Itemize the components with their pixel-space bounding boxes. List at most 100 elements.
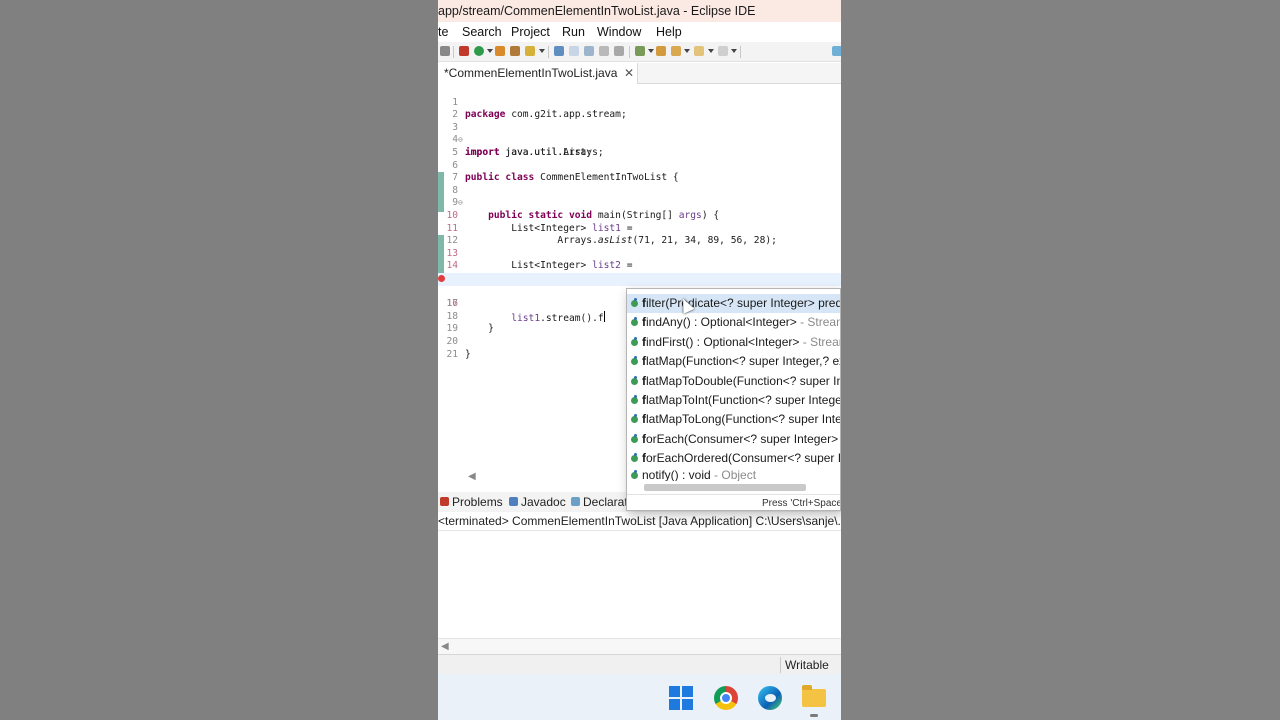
eclipse-window: app/stream/CommenElementInTwoList.java -… <box>438 0 841 720</box>
block-selection-icon[interactable] <box>584 46 594 56</box>
console-hscroll[interactable]: ◀ <box>438 638 841 654</box>
popup-hscrollbar[interactable] <box>644 484 806 491</box>
code-line: 2 <box>452 109 458 121</box>
public-method-icon <box>631 469 638 479</box>
assist-item-flatmaptodouble[interactable]: flatMapToDouble(Function<? super In <box>627 372 840 391</box>
menu-item-help[interactable]: Help <box>656 25 682 39</box>
window-title: app/stream/CommenElementInTwoList.java -… <box>438 0 841 22</box>
public-method-icon <box>631 395 638 404</box>
code-line: 14 Arrays.asList(12, 56, 34, 28, 45, 15)… <box>446 260 776 284</box>
code-line: 5 <box>452 146 458 158</box>
assist-item-filter[interactable]: filter(Predicate<? super Integer> predi <box>627 294 840 314</box>
public-method-icon <box>631 453 638 463</box>
assist-item-findany[interactable]: findAny() : Optional<Integer> - Strean <box>627 313 840 332</box>
show-whitespace-icon[interactable] <box>599 46 609 56</box>
toolbar-separator <box>548 46 549 58</box>
problems-icon <box>440 497 449 506</box>
menu-item-file[interactable]: te <box>438 25 448 39</box>
public-method-icon <box>631 414 638 424</box>
public-method-icon <box>631 317 638 327</box>
code-line: 9 <box>452 197 458 209</box>
external-tools-icon[interactable] <box>495 46 505 56</box>
build-icon[interactable] <box>459 46 469 56</box>
popup-hint: Press 'Ctrl+Space <box>627 494 840 510</box>
content-assist-popup: filter(Predicate<? super Integer> predi … <box>626 288 841 511</box>
assist-item-foreach[interactable]: forEach(Consumer<? super Integer> a <box>627 430 840 449</box>
declaration-icon <box>571 497 580 506</box>
menu-item-run[interactable]: Run <box>562 25 585 39</box>
assist-item-findfirst[interactable]: findFirst() : Optional<Integer> - Strear <box>627 333 840 352</box>
chevron-down-icon[interactable] <box>708 49 714 53</box>
code-line: 3 ⊖ import java.util.Arrays; <box>452 121 604 158</box>
toolbar-icon[interactable] <box>440 46 450 56</box>
scroll-left-icon[interactable]: ◀ <box>441 641 449 652</box>
code-line: 11 Arrays.asList(71, 21, 34, 89, 56, 28)… <box>446 222 777 247</box>
perspective-icon[interactable] <box>832 46 841 56</box>
javadoc-icon <box>509 497 518 506</box>
toolbar-separator <box>629 46 630 58</box>
nav-forward-icon[interactable] <box>718 46 728 56</box>
editor-hscroll-left-icon[interactable]: ◀ <box>468 471 628 483</box>
open-resource-icon[interactable] <box>525 46 535 56</box>
code-line: 1 package com.g2it.app.stream; <box>452 96 627 121</box>
code-line-current: 16 list1.stream().f <box>438 273 841 324</box>
chevron-down-icon[interactable] <box>648 49 654 53</box>
assist-item-flatmaptolong[interactable]: flatMapToLong(Function<? super Integ <box>627 410 840 429</box>
toggle-mark-icon[interactable] <box>569 46 579 56</box>
toolbar <box>438 42 841 62</box>
close-icon[interactable]: ✕ <box>624 63 634 84</box>
active-app-indicator <box>810 714 818 717</box>
menu-item-search[interactable]: Search <box>462 25 502 39</box>
chevron-down-icon[interactable] <box>487 49 493 53</box>
public-method-icon <box>631 298 638 307</box>
public-method-icon <box>631 375 638 385</box>
tab-javadoc[interactable]: Javadoc <box>521 495 566 509</box>
code-line: 6 public class CommenElementInTwoList { <box>452 159 679 184</box>
code-line: 8 ⊖ public static void main(String[] arg… <box>452 184 720 221</box>
chevron-down-icon[interactable] <box>731 49 737 53</box>
tab-problems[interactable]: Problems <box>452 495 503 509</box>
last-edit-icon[interactable] <box>671 46 681 56</box>
editor-tab-commenelementintwolist[interactable]: *CommenElementInTwoList.java ✕ <box>438 63 638 84</box>
code-line: 15 <box>438 260 841 284</box>
code-line: 12 <box>446 235 458 247</box>
chevron-down-icon[interactable] <box>684 49 690 53</box>
run-icon[interactable] <box>474 46 484 56</box>
forward-icon[interactable] <box>694 46 704 56</box>
file-explorer-icon[interactable] <box>802 685 826 707</box>
status-bar: Writable <box>438 654 841 674</box>
code-line: 13 List<Integer> list2 = <box>446 247 633 272</box>
toolbar-separator <box>740 46 741 58</box>
assist-item-flatmaptoint[interactable]: flatMapToInt(Function<? super Integer <box>627 391 840 410</box>
public-method-icon <box>631 336 638 346</box>
menu-bar: te Search Project Run Window Help <box>438 22 841 42</box>
left-backdrop <box>0 0 438 720</box>
assist-item-foreachordered[interactable]: forEachOrdered(Consumer<? super In <box>627 449 840 468</box>
toolbar-separator <box>453 46 454 58</box>
chrome-icon[interactable] <box>714 686 738 710</box>
console-header: <terminated> CommenElementInTwoList [Jav… <box>438 512 841 531</box>
back-icon[interactable] <box>656 46 666 56</box>
windows-start-icon[interactable] <box>669 686 693 710</box>
code-line: 7 <box>452 172 458 184</box>
editor-tab-bar: *CommenElementInTwoList.java ✕ <box>438 63 841 84</box>
status-writable: Writable <box>780 657 829 673</box>
taskbar <box>438 674 841 720</box>
code-line: 4 import java.util.List; <box>452 134 593 158</box>
menu-item-window[interactable]: Window <box>597 25 641 39</box>
code-line: 10 List<Integer> list1 = <box>446 209 633 234</box>
chevron-down-icon[interactable] <box>539 49 545 53</box>
edge-icon[interactable] <box>758 686 782 710</box>
next-annotation-icon[interactable] <box>635 46 645 56</box>
assist-item-notify[interactable]: notify() : void - Object <box>627 469 840 481</box>
menu-item-project[interactable]: Project <box>511 25 550 39</box>
public-method-icon <box>631 433 638 443</box>
right-backdrop <box>841 0 1280 720</box>
search-icon[interactable] <box>554 46 564 56</box>
open-type-icon[interactable] <box>510 46 520 56</box>
public-method-icon <box>631 356 638 366</box>
tab-declaration[interactable]: Declarat <box>583 495 628 509</box>
paragraph-icon[interactable] <box>614 46 624 56</box>
assist-item-flatmap[interactable]: flatMap(Function<? super Integer,? ex <box>627 352 840 371</box>
error-marker-icon[interactable] <box>438 275 445 282</box>
